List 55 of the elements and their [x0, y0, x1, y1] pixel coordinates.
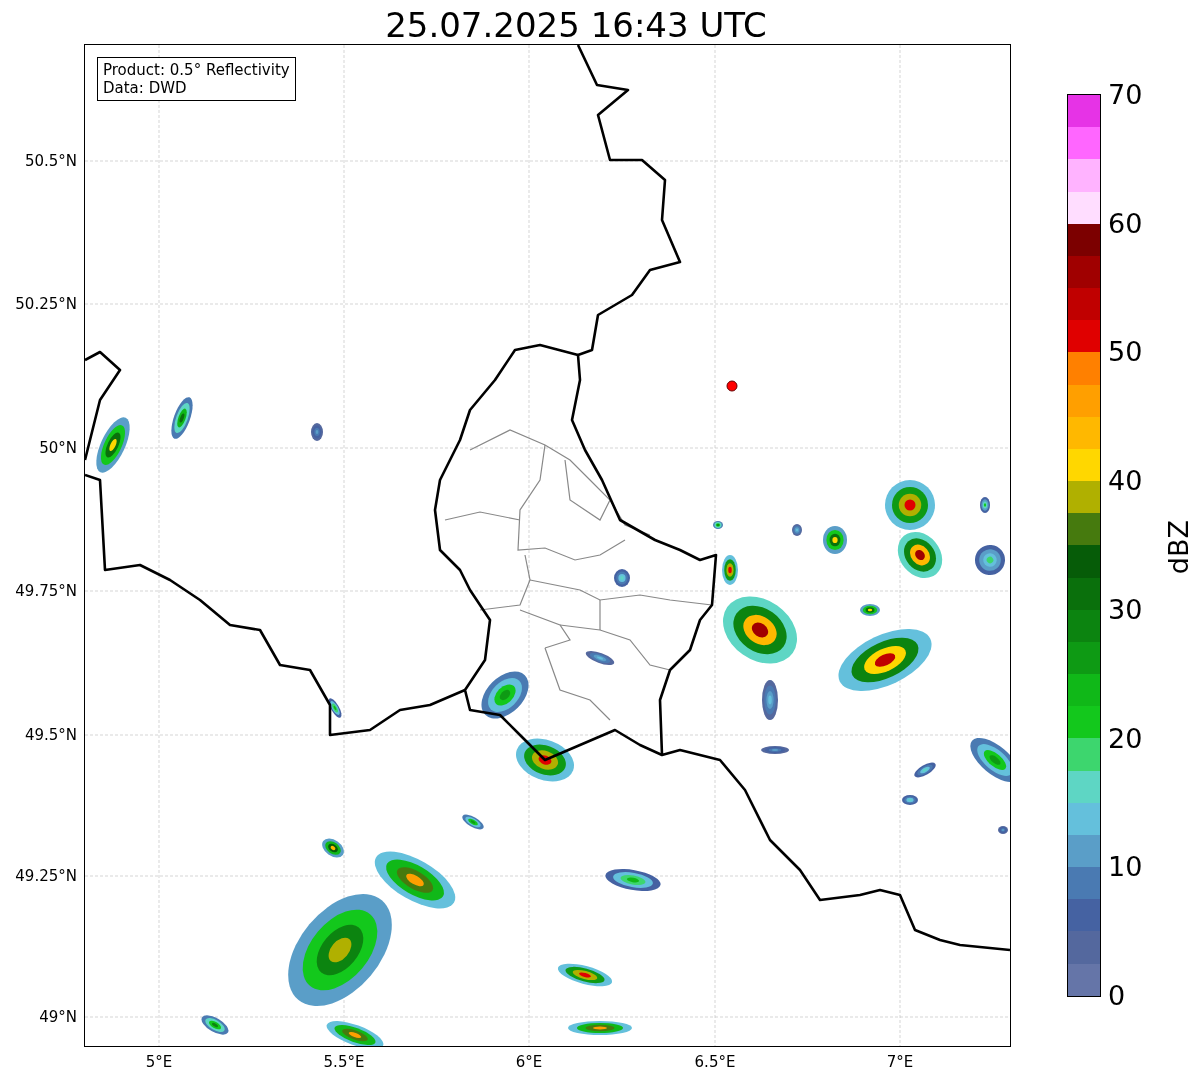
radar-echo — [481, 671, 529, 719]
colorbar-tick-label: 50 — [1108, 337, 1143, 368]
radar-echo — [171, 397, 193, 439]
radar-echo — [902, 795, 918, 805]
latitude-label: 50.5°N — [24, 152, 77, 170]
colorbar-tick-label: 70 — [1108, 80, 1143, 110]
radar-echo — [897, 532, 943, 578]
radar-site-marker — [726, 380, 738, 392]
radar-echo — [792, 524, 802, 536]
colorbar-title: dBZ — [1164, 520, 1194, 575]
info-text: Product: 0.5° Reflectivity — [103, 61, 290, 79]
radar-echo — [975, 545, 1005, 575]
radar-echo — [516, 738, 574, 782]
latitude-label: 49.75°N — [15, 582, 77, 600]
latitude-label: 49.5°N — [24, 726, 77, 744]
radar-echo — [614, 569, 630, 587]
colorbar-tick-label: 20 — [1108, 723, 1143, 754]
radar-echo — [713, 521, 723, 529]
radar-echo — [980, 497, 990, 513]
radar-echo — [96, 417, 130, 473]
info-text: Data: DWD — [103, 79, 188, 97]
radar-echo — [328, 698, 342, 718]
radar-echo — [311, 423, 323, 441]
radar-echo — [326, 1021, 384, 1046]
radar-echo — [605, 869, 661, 891]
latitude-label: 50°N — [39, 439, 77, 457]
longitude-label: 7°E — [885, 1053, 915, 1071]
latitude-label: 49.25°N — [15, 867, 77, 885]
radar-echo — [722, 555, 738, 585]
colorbar-tick-label: 10 — [1108, 852, 1143, 883]
radar-echo — [885, 480, 935, 530]
radar-echo — [761, 746, 789, 754]
radar-echo — [557, 963, 613, 987]
latitude-label: 49°N — [39, 1008, 77, 1026]
radar-echo — [762, 680, 778, 720]
colorbar-tick-label: 40 — [1108, 466, 1143, 497]
colorbar-tick-label: 0 — [1108, 981, 1126, 1011]
radar-echo — [585, 651, 615, 665]
radar-echo — [970, 737, 1010, 783]
radar-echo — [823, 526, 847, 554]
longitude-label: 6°E — [514, 1053, 544, 1071]
chart-title: 25.07.2025 16:43 UTC — [384, 4, 768, 45]
radar-echo — [462, 814, 484, 830]
radar-echo — [998, 826, 1008, 834]
radar-echo — [322, 838, 344, 858]
longitude-label: 6.5°E — [693, 1053, 737, 1071]
radar-echo — [201, 1015, 229, 1035]
longitude-label: 5°E — [144, 1053, 174, 1071]
radar-echo — [860, 604, 880, 616]
colorbar-tick-label: 60 — [1108, 208, 1143, 239]
longitude-label: 5.5°E — [322, 1053, 366, 1071]
radar-echo — [914, 762, 936, 778]
latitude-label: 50.25°N — [15, 295, 77, 313]
radar-echo — [568, 1021, 632, 1035]
colorbar-tick-label: 30 — [1108, 594, 1143, 625]
